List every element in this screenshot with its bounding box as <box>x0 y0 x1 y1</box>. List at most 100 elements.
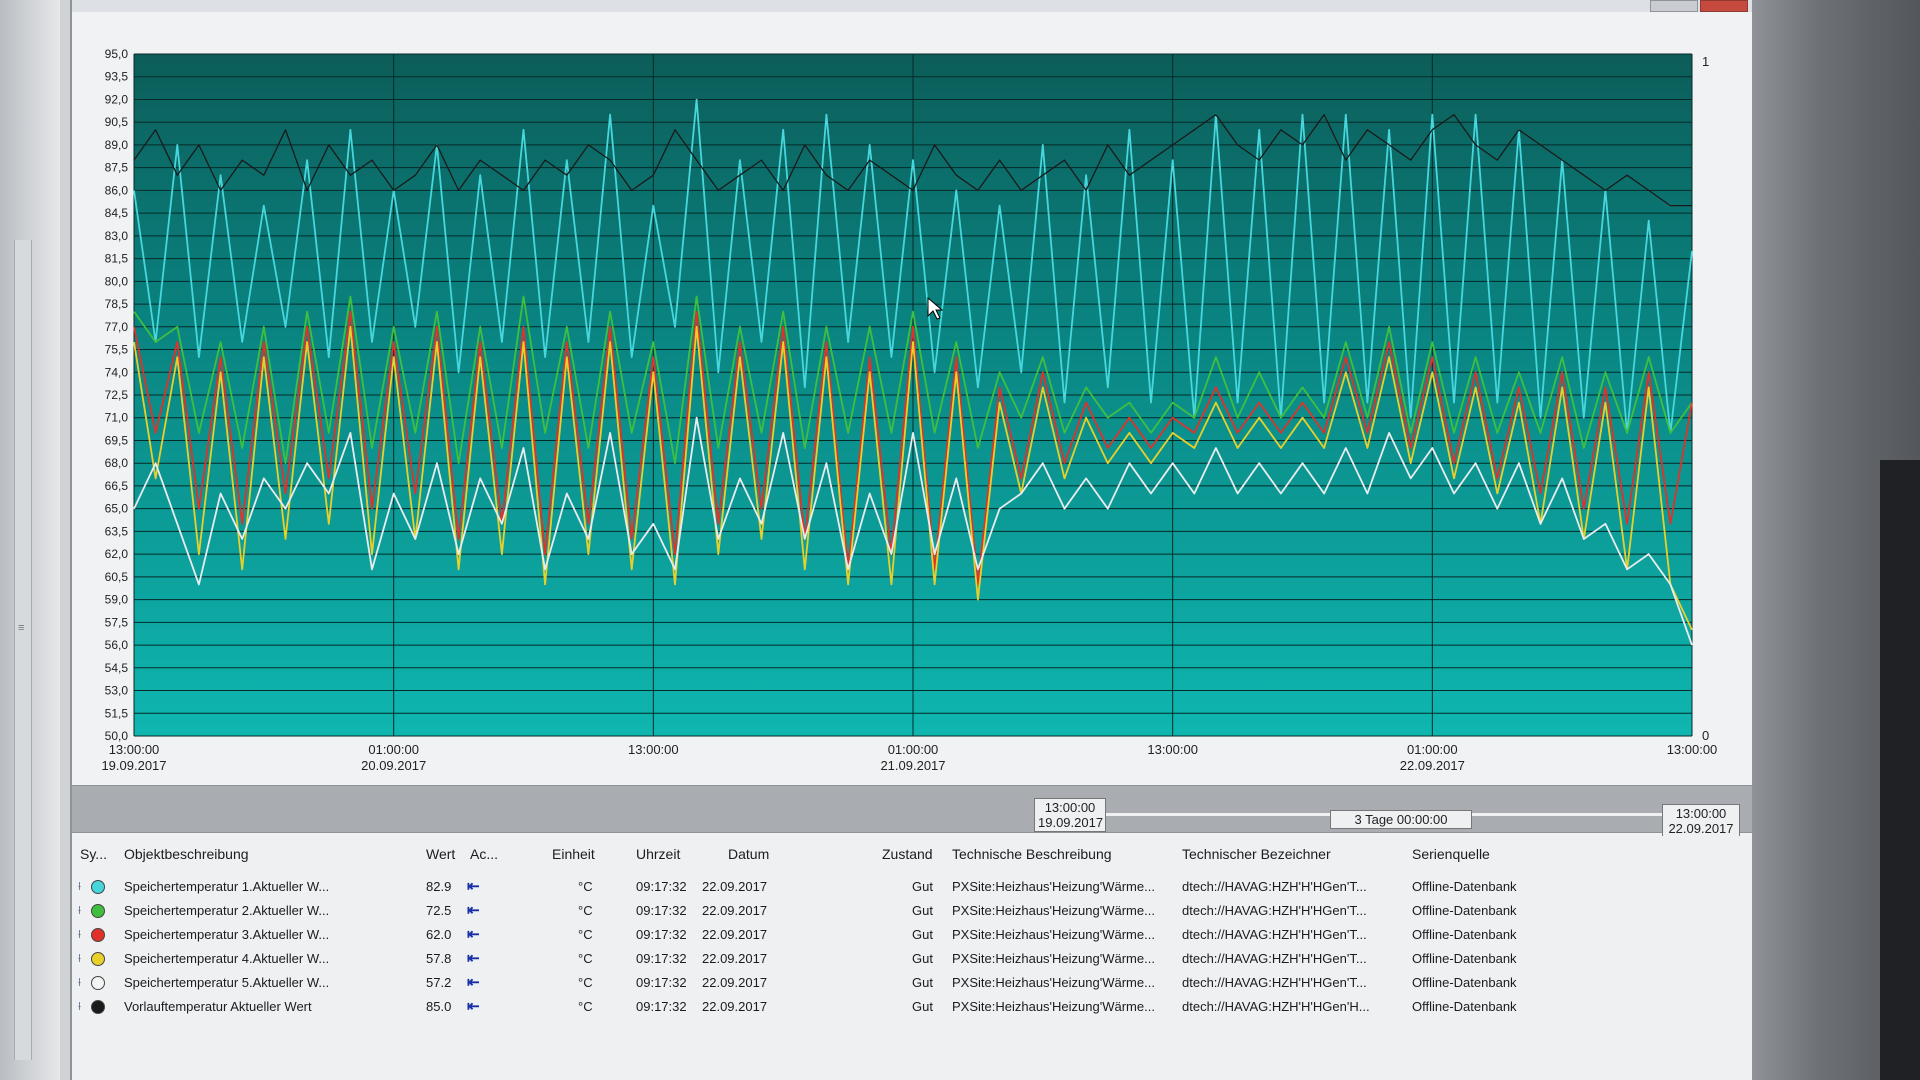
pin-icon[interactable]: ⟊ <box>78 999 81 1014</box>
cell-time: 09:17:32 <box>636 999 687 1014</box>
column-header-wert[interactable]: Wert <box>426 846 455 862</box>
table-row[interactable]: ⟊ Speichertemperatur 3.Aktueller W... 62.0… <box>72 924 1752 948</box>
table-row[interactable]: ⟊ Speichertemperatur 1.Aktueller W... 82.9… <box>72 876 1752 900</box>
cell-unit: °C <box>578 927 593 942</box>
cell-date: 22.09.2017 <box>702 975 768 990</box>
splitter-grip[interactable]: ≡ <box>18 622 24 634</box>
x-tick-date: 21.09.2017 <box>880 758 945 773</box>
column-header-sym[interactable]: Sy... <box>80 846 107 862</box>
y-tick-label: 54,5 <box>105 661 129 675</box>
y-tick-label: 60,5 <box>105 570 129 584</box>
right-axis-bottom-label: 0 <box>1702 728 1709 743</box>
arrow-to-left-icon[interactable]: ⇤ <box>467 973 480 991</box>
cell-time: 09:17:32 <box>636 879 687 894</box>
cell-date: 22.09.2017 <box>702 999 768 1014</box>
cell-tech-id: dtech://HAVAG:HZH'H'HGen'T... <box>1182 951 1367 966</box>
column-header-uhrzeit[interactable]: Uhrzeit <box>636 846 680 862</box>
range-end-time: 13:00:00 <box>1675 806 1727 821</box>
chart-canvas[interactable]: 95,0 93,5 92,0 90,5 89,0 87,5 86,0 84,5 83,0 81,5… <box>72 40 1752 780</box>
column-header-zustand[interactable]: Zustand <box>882 846 933 862</box>
cell-unit: °C <box>578 975 593 990</box>
cell-description: Vorlauftemperatur Aktueller Wert <box>124 999 312 1014</box>
cell-state: Gut <box>912 927 933 942</box>
cell-description: Speichertemperatur 1.Aktueller W... <box>124 879 330 894</box>
x-tick-time: 13:00:00 <box>628 742 679 757</box>
cell-description: Speichertemperatur 3.Aktueller W... <box>124 927 330 942</box>
left-scrollbar[interactable] <box>14 240 32 1060</box>
x-tick-time: 01:00:00 <box>368 742 419 757</box>
cell-value: 82.9 <box>426 879 452 894</box>
y-tick-label: 77,0 <box>105 320 129 334</box>
trend-chart[interactable]: 95,0 93,5 92,0 90,5 89,0 87,5 86,0 84,5 83,0 81,5… <box>72 40 1752 780</box>
series-color-dot-icon <box>91 952 105 966</box>
column-header-ac[interactable]: Ac... <box>470 846 498 862</box>
maximize-button[interactable] <box>1650 0 1698 12</box>
y-tick-label: 81,5 <box>105 252 129 266</box>
cell-tech-id: dtech://HAVAG:HZH'H'HGen'T... <box>1182 927 1367 942</box>
pin-icon[interactable]: ⟊ <box>78 927 81 942</box>
x-tick-time: 01:00:00 <box>888 742 939 757</box>
y-tick-label: 72,5 <box>105 388 129 402</box>
y-tick-label: 56,0 <box>105 638 129 652</box>
cell-tech-description: PXSite:Heizhaus'Heizung'Wärme... <box>952 903 1155 918</box>
arrow-to-left-icon[interactable]: ⇤ <box>467 901 480 919</box>
y-tick-label: 84,5 <box>105 206 129 220</box>
series-color-dot-icon <box>91 976 105 990</box>
y-tick-label: 75,5 <box>105 343 129 357</box>
cell-time: 09:17:32 <box>636 951 687 966</box>
column-header-desc[interactable]: Objektbeschreibung <box>124 846 249 862</box>
time-range-bar[interactable]: 13:00:00 19.09.2017 3 Tage 00:00:00 13:0… <box>72 785 1752 838</box>
y-tick-label: 57,5 <box>105 615 129 629</box>
column-header-tech-desc[interactable]: Technische Beschreibung <box>952 846 1112 862</box>
cell-tech-id: dtech://HAVAG:HZH'H'HGen'T... <box>1182 879 1367 894</box>
y-tick-label: 78,5 <box>105 297 129 311</box>
arrow-to-left-icon[interactable]: ⇤ <box>467 997 480 1015</box>
table-row[interactable]: ⟊ Speichertemperatur 5.Aktueller W... 57.2… <box>72 972 1752 996</box>
cell-value: 62.0 <box>426 927 452 942</box>
cell-value: 57.2 <box>426 975 452 990</box>
cell-source: Offline-Datenbank <box>1412 999 1517 1014</box>
cell-date: 22.09.2017 <box>702 927 768 942</box>
y-tick-label: 50,0 <box>105 729 129 743</box>
pin-icon[interactable]: ⟊ <box>78 951 81 966</box>
cell-date: 22.09.2017 <box>702 903 768 918</box>
pin-icon[interactable]: ⟊ <box>78 903 81 918</box>
table-row[interactable]: ⟊ Speichertemperatur 4.Aktueller W... 57.8… <box>72 948 1752 972</box>
y-tick-label: 93,5 <box>105 70 129 84</box>
table-row[interactable]: ⟊ Vorlauftemperatur Aktueller Wert 85.0 °C 0… <box>72 996 1752 1020</box>
cell-tech-id: dtech://HAVAG:HZH'H'HGen'H... <box>1182 999 1370 1014</box>
table-row[interactable]: ⟊ Speichertemperatur 2.Aktueller W... 72.5… <box>72 900 1752 924</box>
y-tick-label: 65,0 <box>105 502 129 516</box>
x-tick-date: 20.09.2017 <box>361 758 426 773</box>
arrow-to-left-icon[interactable]: ⇤ <box>467 949 480 967</box>
column-header-datum[interactable]: Datum <box>728 846 769 862</box>
column-header-einheit[interactable]: Einheit <box>552 846 595 862</box>
y-tick-label: 86,0 <box>105 183 129 197</box>
pin-icon[interactable]: ⟊ <box>78 975 81 990</box>
cell-unit: °C <box>578 879 593 894</box>
range-start-time: 13:00:00 <box>1044 800 1096 815</box>
cell-tech-id: dtech://HAVAG:HZH'H'HGen'T... <box>1182 903 1367 918</box>
y-tick-label: 95,0 <box>105 47 129 61</box>
cell-source: Offline-Datenbank <box>1412 975 1517 990</box>
range-duration-box[interactable]: 3 Tage 00:00:00 <box>1330 810 1472 829</box>
trend-viewer-window: 95,0 93,5 92,0 90,5 89,0 87,5 86,0 84,5 83,0 81,5… <box>70 0 1754 1080</box>
y-tick-label: 89,0 <box>105 138 129 152</box>
background-dark <box>1880 460 1920 1080</box>
x-tick-date: 22.09.2017 <box>1400 758 1465 773</box>
arrow-to-left-icon[interactable]: ⇤ <box>467 925 480 943</box>
pin-icon[interactable]: ⟊ <box>78 879 81 894</box>
cell-value: 72.5 <box>426 903 452 918</box>
x-tick-time: 13:00:00 <box>1147 742 1198 757</box>
range-duration: 3 Tage 00:00:00 <box>1354 812 1448 827</box>
arrow-to-left-icon[interactable]: ⇤ <box>467 877 480 895</box>
column-header-tech-id[interactable]: Technischer Bezeichner <box>1182 846 1331 862</box>
cell-time: 09:17:32 <box>636 903 687 918</box>
cell-time: 09:17:32 <box>636 927 687 942</box>
y-tick-label: 92,0 <box>105 92 129 106</box>
column-header-quelle[interactable]: Serienquelle <box>1412 846 1490 862</box>
range-start-box[interactable]: 13:00:00 19.09.2017 <box>1034 798 1106 832</box>
close-button[interactable] <box>1700 0 1748 12</box>
y-tick-label: 69,5 <box>105 433 129 447</box>
range-end-box[interactable]: 13:00:00 22.09.2017 <box>1662 804 1740 838</box>
